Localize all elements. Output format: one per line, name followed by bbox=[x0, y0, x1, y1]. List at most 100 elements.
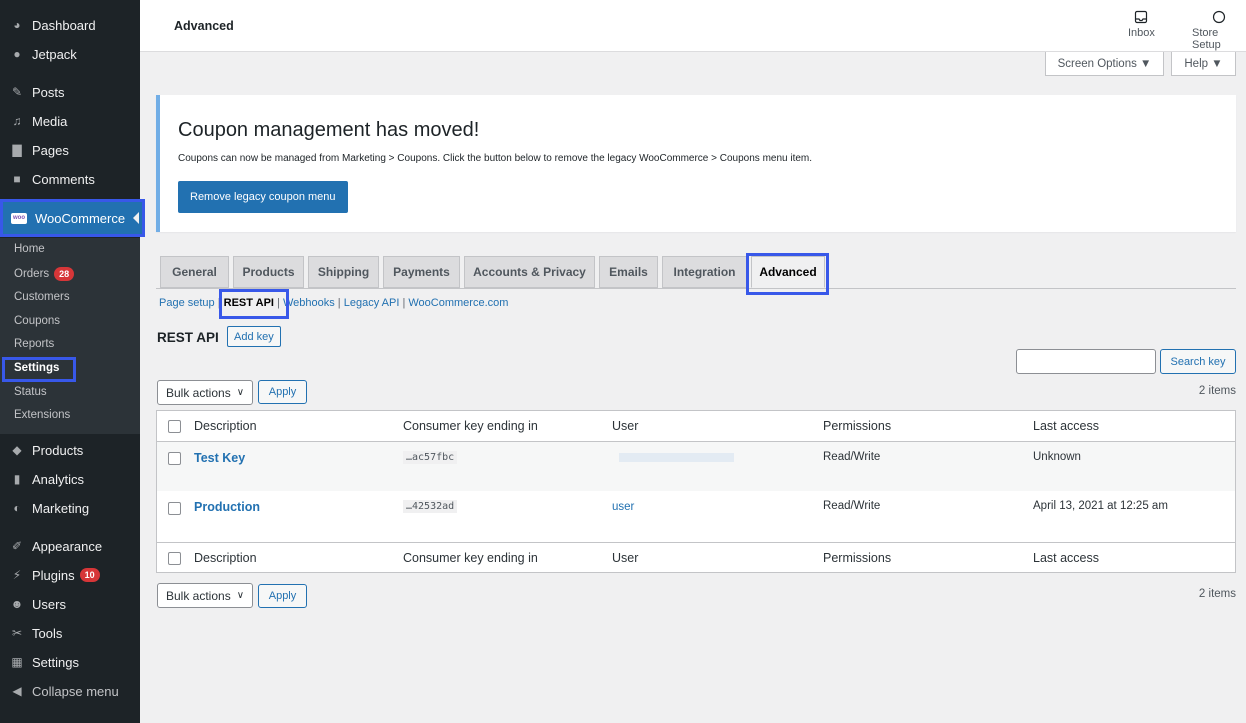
items-count-top: 2 items bbox=[1198, 385, 1236, 397]
tab-products[interactable]: Products bbox=[233, 256, 304, 288]
menu-label: Settings bbox=[32, 654, 79, 670]
apply-button-top[interactable]: Apply bbox=[258, 380, 307, 404]
permissions: Read/Write bbox=[823, 451, 881, 463]
menu-label: Posts bbox=[32, 84, 65, 100]
screen-options-button[interactable]: Screen Options ▼ bbox=[1045, 52, 1164, 76]
menu-products[interactable]: ◆ Products bbox=[0, 436, 140, 464]
select-all-checkbox[interactable] bbox=[168, 420, 181, 433]
search-key-button[interactable]: Search key bbox=[1160, 349, 1236, 374]
menu-label: Analytics bbox=[32, 471, 85, 487]
chevron-down-icon: ∨ bbox=[236, 590, 245, 601]
tab-accounts-privacy[interactable]: Accounts & Privacy bbox=[464, 256, 595, 288]
column-header: Permissions bbox=[823, 551, 892, 565]
submenu-status[interactable]: Status bbox=[14, 386, 47, 398]
user-link[interactable]: user bbox=[612, 501, 634, 513]
bulk-actions-select-top[interactable]: Bulk actions ∨ bbox=[157, 380, 253, 405]
table-header: Description Consumer key ending in User … bbox=[157, 411, 1235, 442]
subsection-webhooks[interactable]: Webhooks bbox=[283, 297, 335, 309]
submenu-customers[interactable]: Customers bbox=[14, 291, 70, 303]
inbox-button[interactable]: Inbox bbox=[1128, 10, 1155, 39]
jetpack-icon: ● bbox=[13, 47, 21, 61]
collapse-icon: ◀ bbox=[12, 684, 22, 698]
menu-label: Jetpack bbox=[32, 46, 77, 62]
menu-label: Dashboard bbox=[32, 17, 96, 33]
admin-sidebar: ◕ Dashboard ● Jetpack ✎ Posts ♫ Media ▇ … bbox=[0, 0, 145, 723]
submenu-extensions[interactable]: Extensions bbox=[14, 409, 70, 421]
menu-jetpack[interactable]: ● Jetpack bbox=[0, 40, 140, 68]
submenu-reports[interactable]: Reports bbox=[14, 338, 54, 350]
permissions: Read/Write bbox=[823, 500, 881, 512]
menu-users[interactable]: ☻ Users bbox=[0, 590, 140, 618]
submenu-orders[interactable]: Orders 28 bbox=[14, 267, 75, 281]
bulk-actions-select-bottom[interactable]: Bulk actions ∨ bbox=[157, 583, 253, 608]
submenu-home[interactable]: Home bbox=[14, 243, 45, 255]
menu-label: Media bbox=[32, 113, 68, 129]
apply-button-bottom[interactable]: Apply bbox=[258, 584, 307, 608]
rest-api-highlight-box bbox=[219, 289, 289, 319]
menu-label: Comments bbox=[32, 171, 95, 187]
woocommerce-logo-icon: woo bbox=[11, 212, 27, 224]
comments-icon: ■ bbox=[13, 172, 21, 186]
column-header: Permissions bbox=[823, 419, 892, 433]
search-key-input[interactable] bbox=[1016, 349, 1156, 374]
menu-tools[interactable]: ✂ Tools bbox=[0, 619, 140, 647]
table-row: Test Key …ac57fbc Read/Write Unknown bbox=[157, 442, 1235, 491]
menu-plugins[interactable]: ⚡ Plugins 10 bbox=[0, 561, 140, 589]
menu-comments[interactable]: ■ Comments bbox=[0, 165, 140, 193]
column-header: Consumer key ending in bbox=[403, 419, 538, 433]
remove-legacy-coupon-button[interactable]: Remove legacy coupon menu bbox=[178, 181, 348, 213]
menu-appearance[interactable]: ✐ Appearance bbox=[0, 532, 140, 560]
menu-marketing[interactable]: ◐ Marketing bbox=[0, 494, 140, 522]
menu-posts[interactable]: ✎ Posts bbox=[0, 78, 140, 106]
menu-label: WooCommerce bbox=[35, 210, 126, 226]
row-checkbox[interactable] bbox=[168, 502, 181, 515]
woocommerce-header: Advanced Inbox Store Setup bbox=[140, 0, 1246, 52]
select-all-checkbox[interactable] bbox=[168, 552, 181, 565]
notice-text: Coupons can now be managed from Marketin… bbox=[178, 153, 813, 164]
menu-pages[interactable]: ▇ Pages bbox=[0, 136, 140, 164]
menu-label: Marketing bbox=[32, 500, 90, 516]
last-access: Unknown bbox=[1033, 451, 1081, 463]
menu-label: Collapse menu bbox=[32, 683, 119, 699]
menu-woocommerce[interactable]: woo WooCommerce bbox=[0, 199, 145, 237]
pin-icon: ✎ bbox=[11, 85, 23, 99]
advanced-tab-highlight-box bbox=[746, 253, 829, 295]
table-footer: Description Consumer key ending in User … bbox=[157, 543, 1235, 573]
column-header: Last access bbox=[1033, 551, 1100, 565]
subsection-page-setup[interactable]: Page setup bbox=[159, 297, 215, 309]
help-button[interactable]: Help ▼ bbox=[1171, 52, 1236, 76]
tab-integration[interactable]: Integration bbox=[662, 256, 747, 288]
tab-payments[interactable]: Payments bbox=[383, 256, 460, 288]
add-key-button[interactable]: Add key bbox=[227, 326, 281, 347]
dashboard-icon: ◕ bbox=[13, 18, 21, 32]
plugin-icon: ⚡ bbox=[12, 568, 22, 582]
subsection-woocommerce-com[interactable]: WooCommerce.com bbox=[408, 297, 508, 309]
menu-label: Users bbox=[32, 596, 66, 612]
menu-settings[interactable]: ▦ Settings bbox=[0, 648, 140, 676]
media-icon: ♫ bbox=[12, 114, 22, 128]
menu-dashboard[interactable]: ◕ Dashboard bbox=[0, 11, 140, 39]
tab-shipping[interactable]: Shipping bbox=[308, 256, 379, 288]
submenu-coupons[interactable]: Coupons bbox=[14, 315, 60, 327]
page-title: Advanced bbox=[174, 19, 234, 33]
tabs-divider bbox=[156, 288, 1236, 289]
column-header: User bbox=[612, 419, 639, 433]
separator: | bbox=[337, 297, 341, 309]
menu-label: Appearance bbox=[32, 538, 103, 554]
consumer-key: …42532ad bbox=[403, 500, 458, 513]
menu-analytics[interactable]: ▮ Analytics bbox=[0, 465, 140, 493]
subsection-legacy-api[interactable]: Legacy API bbox=[344, 297, 400, 309]
store-setup-button[interactable]: Store Setup bbox=[1192, 10, 1246, 51]
orders-count-badge: 28 bbox=[54, 267, 75, 281]
key-description-link[interactable]: Test Key bbox=[194, 451, 245, 465]
row-checkbox[interactable] bbox=[168, 452, 181, 465]
menu-collapse[interactable]: ◀ Collapse menu bbox=[0, 677, 140, 705]
tab-emails[interactable]: Emails bbox=[599, 256, 658, 288]
tab-general[interactable]: General bbox=[160, 256, 229, 288]
column-header[interactable]: Description bbox=[194, 419, 257, 433]
key-description-link[interactable]: Production bbox=[194, 500, 260, 514]
advanced-subsections: Page setup | REST API | Webhooks | Legac… bbox=[159, 297, 508, 309]
column-header[interactable]: Description bbox=[194, 551, 257, 565]
chevron-down-icon: ∨ bbox=[236, 387, 245, 398]
menu-media[interactable]: ♫ Media bbox=[0, 107, 140, 135]
